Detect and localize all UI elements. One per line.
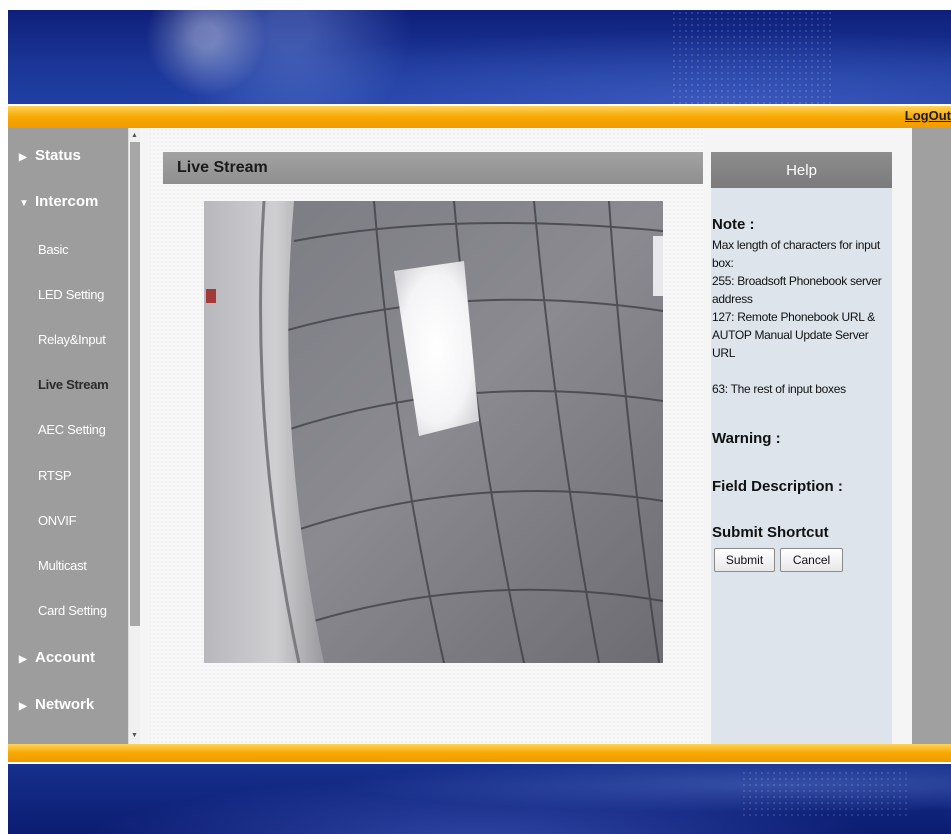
cancel-button[interactable]: Cancel: [780, 548, 843, 572]
right-edge-panel: [912, 128, 951, 744]
sidebar-item-network[interactable]: ▶ Network: [8, 696, 128, 713]
sidebar-item-label: Account: [35, 649, 95, 666]
note-line: 63: The rest of input boxes: [712, 382, 846, 396]
warning-title: Warning :: [712, 430, 781, 447]
triangle-right-icon: ▶: [19, 152, 27, 163]
sidebar-item-status[interactable]: ▶ Status: [8, 147, 128, 164]
section-title: Live Stream: [163, 152, 703, 184]
top-accent-bar: [8, 106, 951, 128]
sidebar-item-label: Network: [35, 696, 95, 713]
sidebar-scrollbar[interactable]: ▲ ▼: [128, 128, 140, 744]
logout-link[interactable]: LogOut: [905, 108, 951, 123]
triangle-down-icon: ▼: [19, 198, 29, 209]
note-line: 127: Remote Phonebook URL & AUTOP Manual…: [712, 310, 875, 360]
submit-button[interactable]: Submit: [714, 548, 775, 572]
live-stream-video: [204, 201, 663, 663]
right-gutter: [892, 128, 912, 744]
help-header: Help: [711, 152, 892, 188]
top-banner: [8, 10, 951, 104]
sidebar-item-label: Intercom: [35, 193, 99, 210]
sidebar-item-label: Status: [35, 147, 81, 164]
sidebar-item-account[interactable]: ▶ Account: [8, 649, 128, 666]
bottom-banner: [8, 764, 951, 834]
field-description-title: Field Description :: [712, 478, 843, 495]
scroll-down-arrow-icon[interactable]: ▼: [129, 730, 140, 742]
bottom-accent-bar: [8, 744, 951, 762]
note-line: Max length of characters for input box:: [712, 238, 880, 270]
note-title: Note :: [712, 216, 755, 233]
triangle-right-icon: ▶: [19, 701, 27, 712]
camera-feed-image: [204, 201, 663, 663]
sidebar-item-intercom[interactable]: ▼ Intercom: [8, 193, 128, 210]
scrollbar-thumb[interactable]: [130, 142, 140, 626]
triangle-right-icon: ▶: [19, 654, 27, 665]
submit-shortcut-title: Submit Shortcut: [712, 524, 829, 541]
sidebar-nav: ▶ Status ▼ Intercom Basic LED Setting Rela…: [8, 128, 128, 744]
note-line: 255: Broadsoft Phonebook server address: [712, 274, 882, 306]
scroll-up-arrow-icon[interactable]: ▲: [129, 130, 140, 142]
